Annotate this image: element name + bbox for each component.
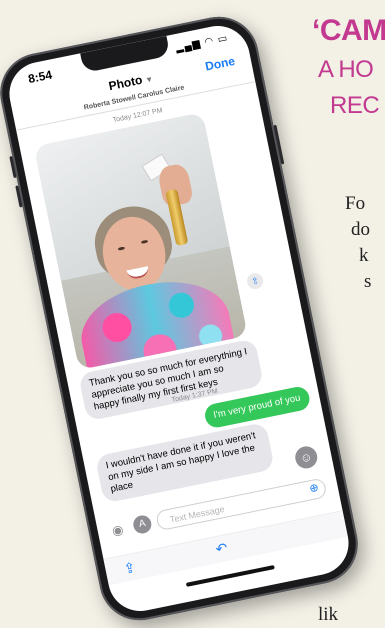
status-time: 8:54 <box>26 67 54 87</box>
message-input[interactable] <box>166 486 292 530</box>
signal-icon: ▂▄▆ <box>174 38 202 55</box>
share-icon[interactable]: ⇪ <box>122 559 137 578</box>
power-button <box>273 124 285 165</box>
nav-title-label: Photo <box>107 72 144 94</box>
article-headline: ‘CAM <box>312 14 385 47</box>
phone-screen: 8:54 ▂▄▆ ◠ ▭ Photo▼ Done Roberta Stowell… <box>3 20 355 617</box>
zoom-icon[interactable]: ⊕ <box>308 481 319 496</box>
done-button[interactable]: Done <box>204 54 236 74</box>
camera-icon[interactable]: ◉ <box>111 522 125 540</box>
reaction-icon[interactable]: ☺ <box>293 444 320 471</box>
message-photo[interactable] <box>33 112 248 370</box>
volume-up-button <box>9 155 17 179</box>
reply-icon[interactable]: ↶ <box>214 539 229 558</box>
battery-icon: ▭ <box>216 32 230 46</box>
wifi-icon: ◠ <box>203 35 216 49</box>
phone-device: 8:54 ▂▄▆ ◠ ▭ Photo▼ Done Roberta Stowell… <box>0 9 365 628</box>
article-subhead-line2: REC <box>330 92 380 119</box>
article-subhead-line1: A HO <box>318 56 374 83</box>
chevron-down-icon: ▼ <box>144 74 155 85</box>
article-body-line4: s <box>364 271 372 292</box>
status-icons: ▂▄▆ ◠ ▭ <box>175 33 229 54</box>
article-footer-fragment: lik <box>318 604 339 625</box>
app-store-icon[interactable]: A <box>131 513 153 536</box>
article-body-line2: do <box>351 219 370 240</box>
share-icon[interactable]: ⇧ <box>245 271 265 291</box>
article-body-line3: k <box>359 245 369 266</box>
article-body-line1: Fo <box>345 193 366 214</box>
home-indicator <box>185 564 275 587</box>
volume-down-button <box>15 185 23 208</box>
